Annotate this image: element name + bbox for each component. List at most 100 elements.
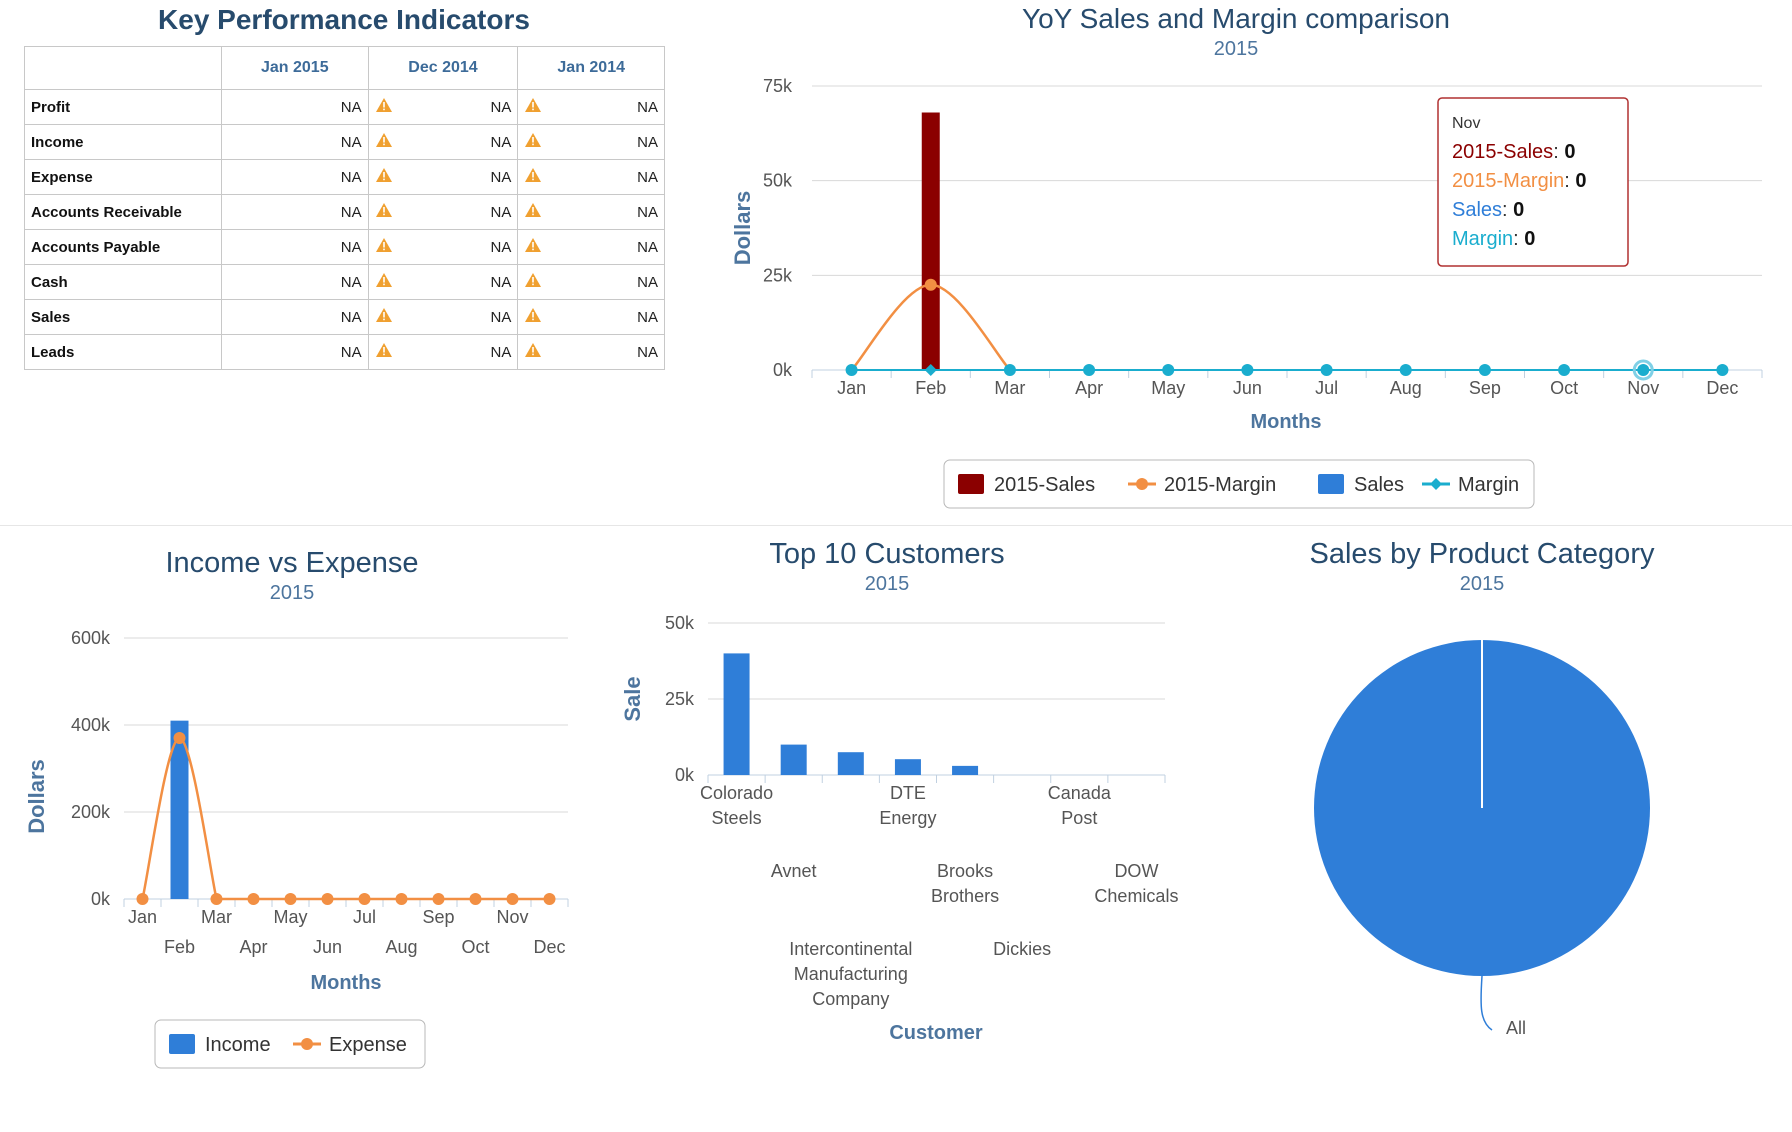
kpi-row: Accounts Payable NA NA NA	[24, 229, 665, 265]
warning-triangle-icon	[375, 342, 393, 362]
legend-swatch	[958, 474, 984, 494]
point-expense	[173, 732, 186, 745]
chart-title: Top 10 Customers	[769, 538, 1004, 570]
bar-customer-sale	[952, 765, 979, 775]
legend-swatch-marker	[1136, 478, 1148, 490]
kpi-value: NA	[340, 273, 362, 291]
kpi-value-cell: NA	[221, 264, 369, 300]
kpi-value: NA	[637, 238, 658, 256]
chart-title: Sales by Product Category	[1310, 538, 1655, 570]
x-tick-label-line: Chemicals	[1094, 886, 1178, 906]
y-tick-label: 0k	[675, 765, 695, 785]
kpi-value: NA	[340, 133, 362, 151]
x-tick-label: May	[1151, 378, 1185, 398]
y-tick-label: 400k	[71, 715, 111, 735]
point-expense	[247, 893, 260, 905]
pie-data-label: All	[1506, 1018, 1526, 1038]
tooltip-colon: :	[1564, 170, 1575, 192]
legend-label: Margin	[1458, 474, 1519, 496]
y-tick-label: 200k	[71, 802, 111, 822]
x-tick-label: Mar	[994, 378, 1025, 398]
x-tick-label-line: Post	[1061, 808, 1097, 828]
y-tick-label: 0k	[773, 360, 793, 380]
warning-triangle-icon	[524, 237, 542, 257]
chart-subtitle: 2015	[1460, 573, 1505, 595]
kpi-column-header: Jan 2014	[517, 46, 665, 90]
x-tick-label-line: Manufacturing	[794, 964, 908, 984]
kpi-row: Accounts Receivable NA NA NA	[24, 194, 665, 230]
x-tick-label: Sep	[1469, 378, 1501, 398]
bar-customer-sale	[837, 752, 864, 775]
x-tick-label-line: Steels	[712, 808, 762, 828]
tooltip-value: 0	[1564, 141, 1575, 163]
x-tick-label: Oct	[1550, 378, 1578, 398]
point-margin	[1083, 364, 1096, 376]
kpi-value: NA	[340, 308, 362, 326]
kpi-value: NA	[340, 238, 362, 256]
tooltip-header: Nov	[1452, 115, 1480, 132]
x-tick-label-line: Company	[812, 989, 889, 1009]
x-tick-label: Canada Post	[1048, 783, 1112, 828]
yoy-chart: YoY Sales and Margin comparison 2015 0k 25k…	[730, 3, 1763, 509]
kpi-value-cell: NA	[517, 299, 665, 335]
warning-triangle-icon	[375, 237, 393, 257]
chart-subtitle: 2015	[865, 573, 910, 595]
x-tick-label: Colorado Steels	[700, 783, 773, 828]
point-margin	[1241, 364, 1254, 376]
kpi-value: NA	[637, 203, 658, 221]
y-axis-title: Sale	[620, 676, 645, 721]
tooltip-value: 0	[1524, 228, 1535, 250]
kpi-value-cell: NA	[517, 124, 665, 160]
legend-swatch	[1318, 474, 1344, 494]
kpi-value-cell: NA	[367, 194, 519, 230]
x-tick-label: Oct	[461, 937, 489, 957]
point-margin	[1162, 364, 1175, 376]
tooltip-line: Margin: 0	[1452, 228, 1535, 250]
kpi-value-cell: NA	[221, 194, 369, 230]
kpi-value-cell: NA	[221, 124, 369, 160]
x-tick-label: Intercontinental Manufacturing Company	[789, 939, 912, 1009]
kpi-value-cell: NA	[221, 334, 369, 370]
line-expense	[141, 736, 550, 901]
kpi-row-label: Cash	[24, 264, 222, 300]
kpi-value: NA	[490, 273, 512, 291]
x-tick-label: Aug	[1390, 378, 1422, 398]
x-axis-title: Months	[310, 972, 381, 994]
legend-label: 2015-Margin	[1164, 474, 1276, 496]
x-tick-label: Dec	[533, 937, 565, 957]
kpi-title: Key Performance Indicators	[158, 4, 530, 35]
x-tick-label-line: DOW	[1114, 861, 1158, 881]
kpi-row-label: Profit	[24, 89, 222, 125]
x-tick-label-line: Brooks	[937, 861, 993, 881]
x-tick-label: DTE Energy	[879, 783, 936, 828]
point-expense	[136, 893, 149, 905]
chart-subtitle: 2015	[270, 582, 315, 604]
tooltip-line: 2015-Margin: 0	[1452, 170, 1587, 192]
kpi-row: Income NA NA NA	[24, 124, 665, 160]
kpi-table: Jan 2015 Dec 2014 Jan 2014 Profit NA NA NA I…	[24, 46, 665, 370]
legend-swatch-marker	[301, 1038, 313, 1050]
warning-triangle-icon	[375, 132, 393, 152]
kpi-value-cell: NA	[517, 159, 665, 195]
warning-triangle-icon	[524, 307, 542, 327]
point-margin	[845, 364, 858, 376]
kpi-value-cell: NA	[367, 229, 519, 265]
kpi-value-cell: NA	[367, 299, 519, 335]
kpi-value: NA	[490, 168, 512, 186]
y-axis-title: Dollars	[730, 191, 755, 266]
x-tick-label: Apr	[239, 937, 267, 957]
chart-subtitle: 2015	[1214, 38, 1259, 60]
kpi-value-cell: NA	[367, 334, 519, 370]
kpi-value-cell: NA	[517, 194, 665, 230]
y-tick-label: 600k	[71, 628, 111, 648]
tooltip-colon: :	[1513, 228, 1524, 250]
y-tick-label: 50k	[763, 171, 793, 191]
legend-swatch	[169, 1034, 195, 1054]
warning-triangle-icon	[375, 202, 393, 222]
kpi-row-label: Accounts Receivable	[24, 194, 222, 230]
point-margin	[1637, 364, 1650, 376]
x-axis-title: Months	[1250, 411, 1321, 433]
kpi-row-label: Expense	[24, 159, 222, 195]
kpi-value-cell: NA	[221, 229, 369, 265]
tooltip-value: 0	[1575, 170, 1586, 192]
